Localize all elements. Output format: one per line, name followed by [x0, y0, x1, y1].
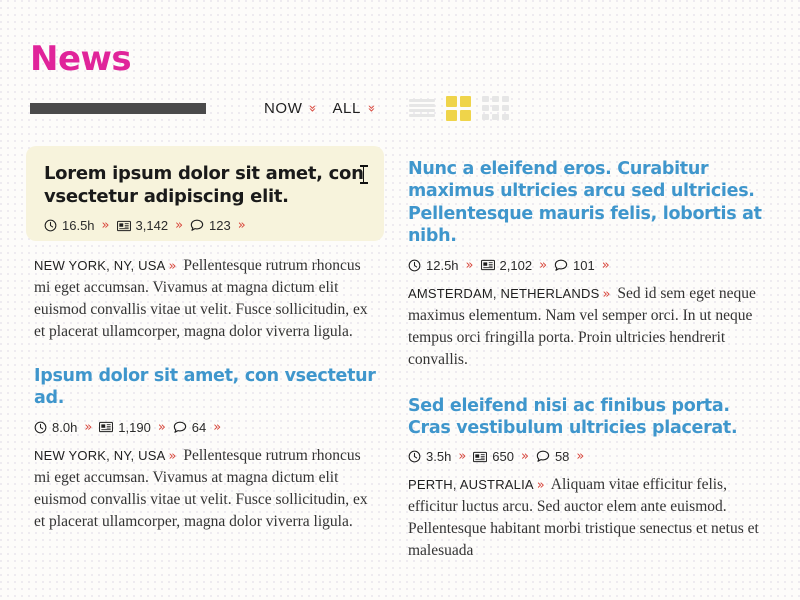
meta-separator: » [601, 257, 610, 273]
toolbar: NOW » ALL » [30, 95, 770, 121]
newspaper-icon [116, 220, 131, 232]
meta-reads: 2,102 [480, 257, 533, 273]
meta-separator: » [539, 257, 548, 273]
meta-time: 8.0h [34, 420, 77, 435]
article-card[interactable]: Ipsum dolor sit amet, con vsectetur ad. … [30, 365, 378, 533]
meta-time-value: 16.5h [62, 218, 95, 234]
meta-separator: » [157, 419, 166, 435]
meta-reads: 1,190 [99, 420, 151, 435]
clock-icon [34, 421, 47, 434]
filter-now[interactable]: NOW » [258, 100, 322, 117]
meta-time-value: 12.5h [426, 257, 459, 273]
list-view-icon[interactable] [408, 96, 435, 120]
article-meta: 16.5h » 3,142 » 123 » [44, 218, 366, 233]
meta-reads: 3,142 [116, 218, 169, 234]
meta-comments-value: 58 [554, 449, 570, 465]
article-meta: 12.5h » 2,102 » 101 » [408, 258, 772, 273]
chevron-down-icon: » [304, 104, 320, 112]
meta-comments-value: 101 [573, 257, 595, 273]
meta-separator: » [520, 449, 529, 465]
meta-comments: 64 [173, 420, 206, 435]
clock-icon [408, 450, 421, 463]
meta-reads-value: 2,102 [499, 257, 533, 273]
chevron-down-icon: » [363, 104, 379, 112]
filter-group: NOW » ALL » [258, 100, 381, 117]
clock-icon [44, 219, 57, 232]
right-column: Nunc a eleifend eros. Curabitur maximus … [400, 146, 800, 600]
meta-separator: » [213, 419, 222, 435]
article-body: NEW YORK, NY, USA» Pellentesque rutrum r… [34, 445, 378, 533]
meta-separator: » [84, 419, 93, 435]
meta-time-value: 8.0h [52, 419, 78, 435]
filter-now-label: NOW [264, 99, 303, 117]
article-body: PERTH, AUSTRALIA» Aliquam vitae efficitu… [408, 474, 772, 562]
clock-icon [408, 259, 421, 272]
meta-reads-value: 1,190 [118, 419, 151, 435]
dateline-separator: » [602, 286, 611, 302]
filter-all-label: ALL [332, 99, 361, 117]
filter-all[interactable]: ALL » [326, 100, 380, 117]
article-body: AMSTERDAM, NETHERLANDS» Sed id sem eget … [408, 283, 772, 371]
article-meta: 8.0h » 1,190 » 64 » [34, 420, 378, 435]
headline-text-before-caret: Lorem ipsum dolor sit amet, con [44, 163, 364, 184]
newspaper-icon [99, 421, 114, 433]
meta-time-value: 3.5h [426, 449, 452, 465]
article-card[interactable]: Nunc a eleifend eros. Curabitur maximus … [408, 146, 772, 371]
view-mode-group [408, 95, 509, 121]
left-column: Lorem ipsum dolor sit amet, convsectetur… [0, 146, 400, 600]
article-headline[interactable]: Sed eleifend nisi ac finibus porta. Cras… [408, 395, 772, 440]
meta-separator: » [101, 218, 110, 234]
meta-comments-value: 64 [191, 419, 207, 435]
newspaper-icon [473, 451, 488, 463]
comment-bubble-icon [554, 259, 568, 272]
dateline-separator: » [168, 448, 177, 464]
meta-separator: » [237, 218, 246, 234]
meta-time: 16.5h [44, 218, 95, 233]
headline-text-after-caret: vsectetur adipiscing elit. [44, 186, 289, 208]
article-meta: 3.5h » 650 » 58 » [408, 449, 772, 464]
grid-3x3-view-icon[interactable] [481, 96, 509, 120]
meta-comments-value: 123 [209, 218, 231, 234]
meta-comments: 123 [190, 218, 231, 233]
comment-bubble-icon [173, 421, 187, 434]
page-title: News [30, 39, 132, 79]
comment-bubble-icon [536, 450, 550, 463]
meta-comments: 101 [554, 258, 595, 273]
article-headline[interactable]: Nunc a eleifend eros. Curabitur maximus … [408, 158, 772, 248]
article-dateline: AMSTERDAM, NETHERLANDS [408, 285, 600, 301]
meta-separator: » [458, 449, 467, 465]
news-page: News NOW » ALL » Lorem ipsum dolor sit a… [0, 0, 800, 600]
meta-reads: 650 [473, 449, 514, 464]
grid-2x2-view-icon[interactable] [445, 95, 471, 121]
meta-separator: » [465, 257, 474, 273]
meta-time: 3.5h [408, 449, 451, 464]
article-columns: Lorem ipsum dolor sit amet, convsectetur… [0, 146, 800, 600]
meta-reads-value: 3,142 [135, 218, 169, 234]
meta-separator: » [576, 449, 585, 465]
article-card-featured[interactable]: Lorem ipsum dolor sit amet, convsectetur… [26, 146, 384, 242]
article-headline[interactable]: Ipsum dolor sit amet, con vsectetur ad. [34, 365, 378, 410]
article-dateline: NEW YORK, NY, USA [34, 258, 166, 274]
article-body: NEW YORK, NY, USA» Pellentesque rutrum r… [30, 255, 378, 343]
article-headline[interactable]: Lorem ipsum dolor sit amet, convsectetur… [44, 162, 368, 208]
meta-separator: » [175, 218, 184, 234]
article-dateline: NEW YORK, NY, USA [34, 447, 166, 463]
meta-time: 12.5h [408, 258, 459, 273]
comment-bubble-icon [190, 219, 204, 232]
dateline-separator: » [168, 259, 177, 275]
newspaper-icon [480, 259, 495, 271]
dateline-separator: » [536, 478, 545, 494]
masthead: News [30, 39, 132, 79]
article-dateline: PERTH, AUSTRALIA [408, 477, 534, 493]
progress-bar[interactable] [30, 102, 206, 114]
meta-comments: 58 [536, 449, 569, 464]
meta-reads-value: 650 [492, 449, 514, 465]
article-card[interactable]: Sed eleifend nisi ac finibus porta. Cras… [408, 395, 772, 563]
